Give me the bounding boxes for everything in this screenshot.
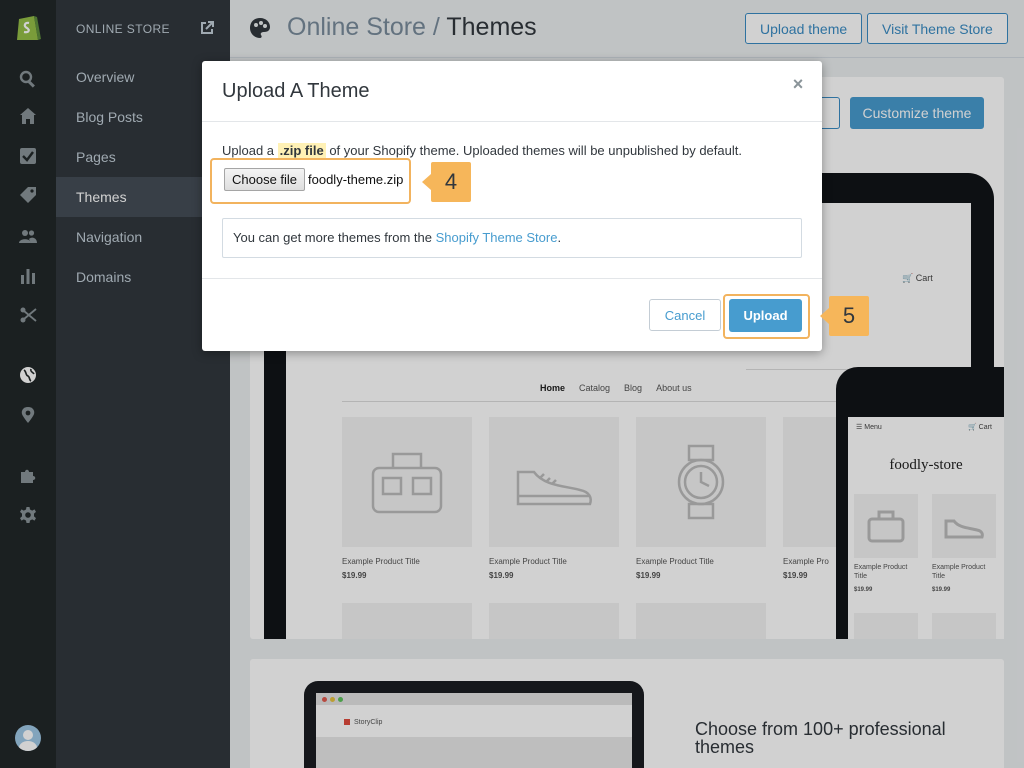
upload-button-highlight: Upload bbox=[723, 294, 810, 339]
info-text: You can get more themes from the bbox=[233, 230, 436, 245]
upload-theme-dialog: Upload A Theme × Upload a .zip file of y… bbox=[202, 61, 869, 351]
step-callout-5: 5 bbox=[820, 296, 869, 336]
file-input-highlight: Choose file foodly-theme.zip bbox=[210, 158, 411, 204]
selected-file-name: foodly-theme.zip bbox=[308, 172, 404, 187]
choose-file-button[interactable]: Choose file bbox=[224, 168, 306, 191]
zip-highlight: .zip file bbox=[277, 143, 326, 158]
shopify-theme-store-link[interactable]: Shopify Theme Store bbox=[436, 230, 558, 245]
step-callout-4: 4 bbox=[422, 162, 471, 202]
info-text: . bbox=[557, 230, 562, 245]
upload-description: Upload a .zip file of your Shopify theme… bbox=[222, 143, 742, 158]
close-icon[interactable]: × bbox=[788, 74, 808, 94]
upload-button[interactable]: Upload bbox=[729, 299, 802, 332]
dialog-title: Upload A Theme bbox=[222, 80, 370, 102]
desc-text: of your Shopify theme. Uploaded themes w… bbox=[325, 143, 742, 158]
desc-text: Upload a bbox=[222, 143, 278, 158]
dialog-header: Upload A Theme × bbox=[202, 61, 822, 122]
theme-store-info-box: You can get more themes from the Shopify… bbox=[222, 218, 802, 258]
dialog-footer-divider bbox=[202, 278, 822, 279]
cancel-button[interactable]: Cancel bbox=[649, 299, 721, 331]
